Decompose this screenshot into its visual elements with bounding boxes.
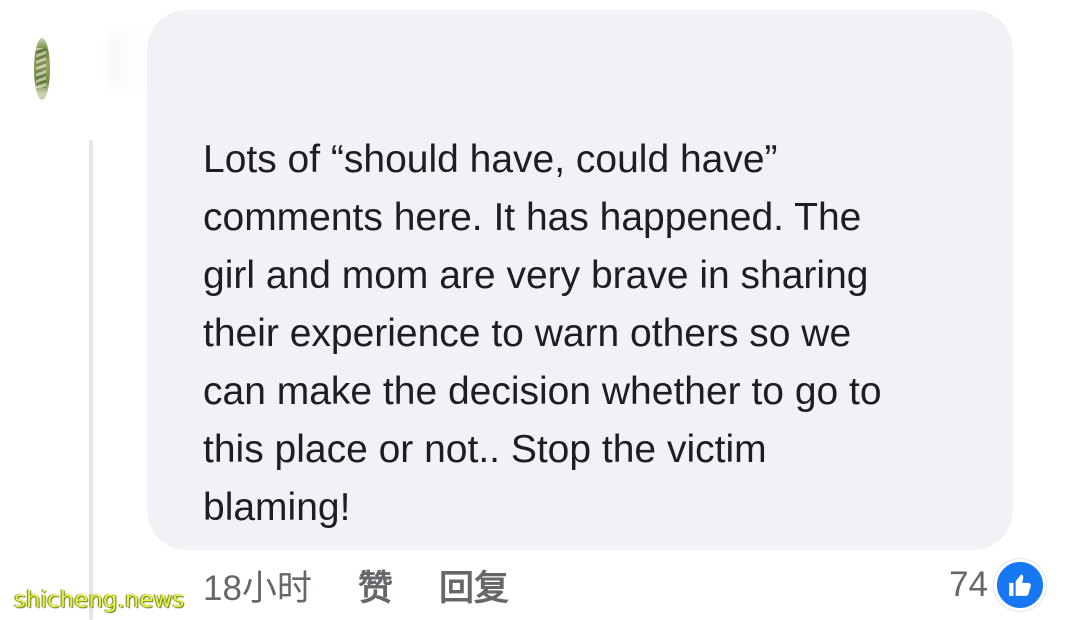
comment-line: Lots of “should have, could have” bbox=[203, 138, 778, 181]
comment-screenshot: Lots of “should have, could have” commen… bbox=[0, 0, 1080, 620]
avatar[interactable] bbox=[34, 38, 50, 100]
reply-button[interactable]: 回复 bbox=[439, 560, 509, 611]
comment-line: their experience to warn others so we bbox=[203, 312, 852, 355]
reactions-summary[interactable]: 74 bbox=[949, 559, 1046, 611]
comment-line: can make the decision whether to go to bbox=[203, 370, 882, 413]
thread-line bbox=[89, 140, 93, 620]
comment-line: this place or not.. Stop the victim bbox=[203, 428, 767, 471]
comment-line: blaming! bbox=[203, 486, 351, 529]
comment-line: girl and mom are very brave in sharing bbox=[203, 254, 869, 297]
thumbs-up-icon bbox=[994, 559, 1046, 611]
comment-line: comments here. It has happened. The bbox=[203, 196, 862, 239]
comment-actions: 18小时 赞 回复 bbox=[203, 560, 509, 610]
like-button[interactable]: 赞 bbox=[358, 560, 393, 611]
timestamp-link[interactable]: 18小时 bbox=[203, 560, 312, 611]
watermark: shicheng.news bbox=[14, 587, 185, 613]
reaction-count: 74 bbox=[949, 565, 988, 604]
comment-text: Lots of “should have, could have” commen… bbox=[203, 131, 1003, 537]
